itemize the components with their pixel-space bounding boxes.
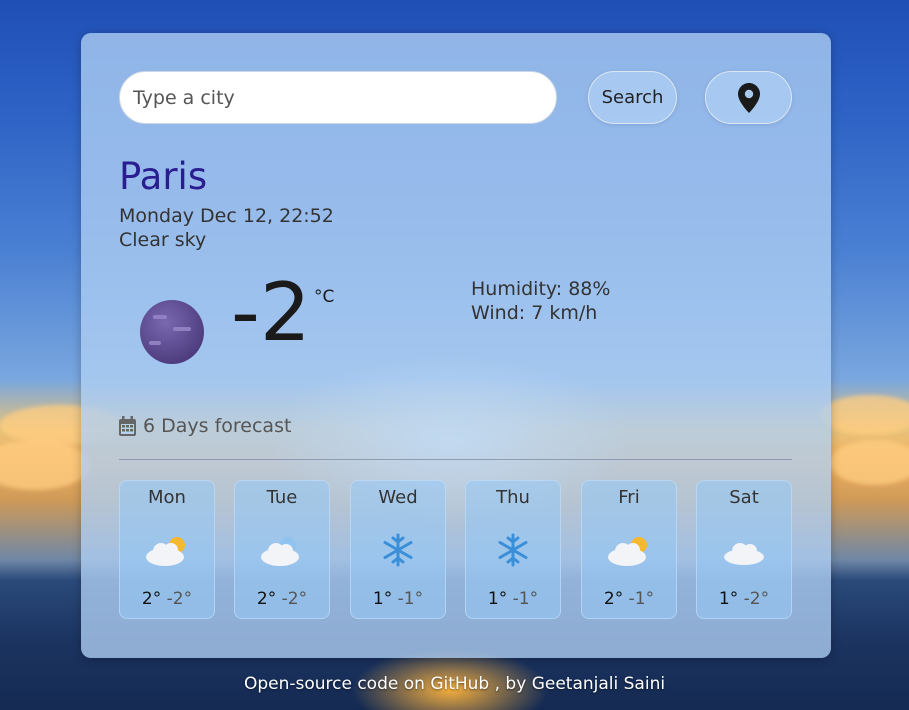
day-max-temp: 2° [256,589,277,609]
day-name: Fri [618,487,640,508]
background-cloud [820,395,909,435]
day-name: Thu [496,487,530,508]
day-max-temp: 2° [141,589,162,609]
weather-description: Clear sky [119,229,207,251]
snowflake-icon [351,533,445,567]
partly-cloudy-icon [120,533,214,567]
day-max-temp: 1° [487,589,508,609]
forecast-day: Thu 1° -1° [465,480,561,619]
day-temps: 2° -1° [582,589,676,609]
day-max-temp: 1° [372,589,393,609]
day-name: Tue [266,487,298,508]
search-input[interactable] [119,71,557,124]
cloudy-icon [235,533,329,567]
forecast-title: 6 Days forecast [119,415,291,437]
search-button[interactable]: Search [588,71,677,124]
snowflake-icon [466,533,560,567]
clear-night-moon-icon [139,299,205,369]
day-min-temp: -1° [397,589,424,609]
background-cloud [830,440,909,485]
day-min-temp: -1° [512,589,539,609]
city-name: Paris [119,155,208,198]
divider [119,459,792,460]
footer-credit[interactable]: Open-source code on GitHub , by Geetanja… [0,674,909,694]
forecast-days: Mon 2° -2° Tue 2° -2° Wed 1° -1° Thu 1° … [119,480,792,619]
calendar-icon [119,416,136,436]
cloud-icon [697,533,791,567]
day-temps: 1° -2° [697,589,791,609]
map-pin-icon [737,82,760,113]
day-temps: 2° -2° [120,589,214,609]
forecast-day: Wed 1° -1° [350,480,446,619]
day-name: Mon [148,487,186,508]
temperature-unit: °C [314,287,335,307]
forecast-day: Tue 2° -2° [234,480,330,619]
forecast-title-label: 6 Days forecast [143,415,292,437]
day-name: Wed [378,487,418,508]
current-temperature: -2 [231,266,311,359]
forecast-day: Sat 1° -2° [696,480,792,619]
day-min-temp: -1° [628,589,655,609]
wind-speed: Wind: 7 km/h [471,302,598,324]
day-temps: 1° -1° [466,589,560,609]
day-min-temp: -2° [743,589,770,609]
day-max-temp: 1° [718,589,739,609]
day-min-temp: -2° [281,589,308,609]
day-name: Sat [729,487,759,508]
weather-card: Search Paris Monday Dec 12, 22:52 Clear … [81,33,831,658]
current-location-button[interactable] [705,71,792,124]
forecast-day: Mon 2° -2° [119,480,215,619]
partly-cloudy-icon [582,533,676,567]
forecast-day: Fri 2° -1° [581,480,677,619]
day-temps: 1° -1° [351,589,445,609]
day-max-temp: 2° [603,589,624,609]
day-min-temp: -2° [166,589,193,609]
background-cloud [0,440,90,490]
humidity: Humidity: 88% [471,278,611,300]
day-temps: 2° -2° [235,589,329,609]
date-time: Monday Dec 12, 22:52 [119,205,334,227]
